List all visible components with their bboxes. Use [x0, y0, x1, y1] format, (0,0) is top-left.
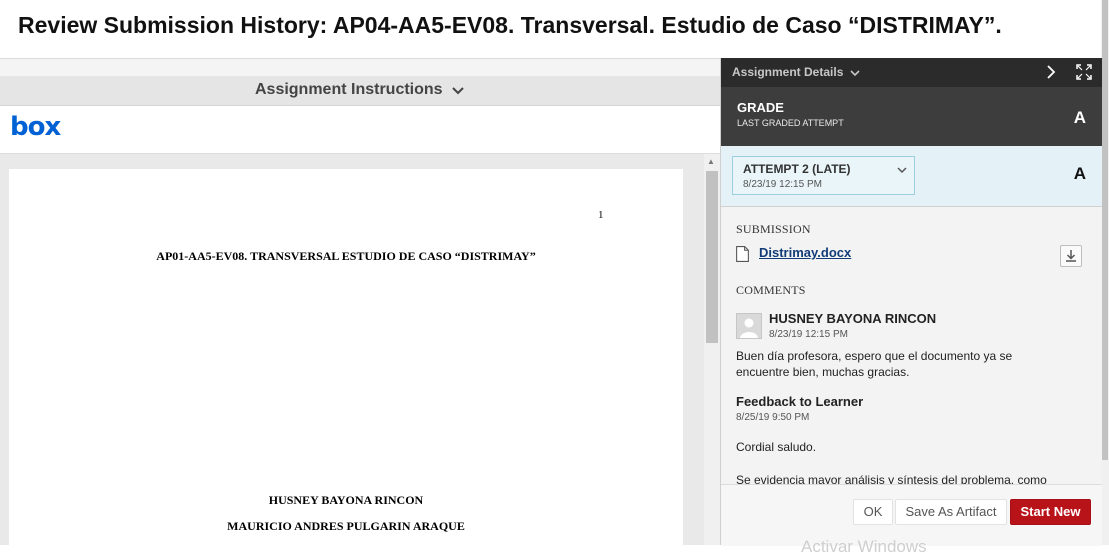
- download-button[interactable]: [1060, 245, 1082, 267]
- file-icon: [736, 246, 749, 262]
- grade-sublabel: LAST GRADED ATTEMPT: [737, 118, 844, 128]
- action-bar: OK Save As Artifact Start New Activar Wi…: [721, 484, 1102, 556]
- comment-author: HUSNEY BAYONA RINCON: [769, 311, 937, 326]
- assignment-details-panel: Assignment Details GRADE LAST GRADED ATT…: [720, 58, 1102, 556]
- page-title: Review Submission History: AP04-AA5-EV08…: [18, 12, 1002, 38]
- document-scrollbar-thumb[interactable]: [706, 171, 718, 343]
- chevron-right-icon[interactable]: [1046, 62, 1056, 82]
- page-scrollbar-thumb[interactable]: [1102, 0, 1108, 460]
- assignment-instructions-toggle[interactable]: Assignment Instructions: [0, 76, 720, 106]
- expand-icon[interactable]: [1076, 64, 1092, 80]
- comment-date: 8/23/19 12:15 PM: [769, 329, 848, 340]
- grade-value: A: [1073, 108, 1086, 127]
- assignment-details-toggle[interactable]: Assignment Details: [732, 65, 860, 79]
- document-author: MAURICIO ANDRES PULGARIN ARAQUE: [227, 519, 465, 533]
- save-as-artifact-button[interactable]: Save As Artifact: [895, 499, 1007, 525]
- attempt-selector[interactable]: ATTEMPT 2 (LATE) 8/23/19 12:15 PM: [732, 156, 915, 195]
- user-avatar-icon: [736, 313, 762, 339]
- chevron-down-icon: [452, 87, 464, 95]
- comments-heading: COMMENTS: [736, 283, 806, 297]
- document-page-number: 1: [598, 209, 604, 221]
- feedback-date: 8/25/19 9:50 PM: [736, 412, 810, 423]
- document-scrollbar[interactable]: ▲: [704, 154, 720, 545]
- scroll-up-icon[interactable]: ▲: [707, 157, 715, 166]
- chevron-down-icon: [897, 167, 907, 174]
- submission-file-link[interactable]: Distrimay.docx: [759, 245, 851, 260]
- grade-summary: GRADE LAST GRADED ATTEMPT A: [721, 87, 1102, 146]
- submission-heading: SUBMISSION: [736, 222, 811, 236]
- document-title: AP01-AA5-EV08. TRANSVERSAL ESTUDIO DE CA…: [156, 249, 536, 263]
- windows-activation-watermark: Activar Windows: [801, 537, 927, 556]
- instructions-gap: [0, 59, 720, 76]
- document-viewer[interactable]: 1 AP01-AA5-EV08. TRANSVERSAL ESTUDIO DE …: [0, 154, 720, 549]
- chevron-down-icon: [850, 70, 860, 76]
- feedback-title: Feedback to Learner: [736, 394, 864, 409]
- title-bar: Review Submission History: AP04-AA5-EV08…: [0, 0, 1101, 59]
- attempt-label: ATTEMPT 2 (LATE): [743, 162, 851, 176]
- start-new-button[interactable]: Start New: [1010, 499, 1091, 525]
- attempt-date: 8/23/19 12:15 PM: [743, 179, 822, 190]
- ok-button[interactable]: OK: [853, 499, 893, 525]
- page-scrollbar[interactable]: [1101, 0, 1109, 545]
- attempt-band: ATTEMPT 2 (LATE) 8/23/19 12:15 PM A: [721, 146, 1102, 207]
- comment-text: Buen día profesora, espero que el docume…: [736, 349, 1013, 379]
- document-page: 1 AP01-AA5-EV08. TRANSVERSAL ESTUDIO DE …: [9, 169, 683, 549]
- document-author: HUSNEY BAYONA RINCON: [268, 493, 424, 507]
- assignment-details-header: Assignment Details: [721, 58, 1102, 87]
- assignment-instructions-text: Assignment Instructions: [254, 81, 443, 98]
- box-logo: box: [10, 112, 61, 142]
- grade-label: GRADE: [737, 100, 784, 115]
- assignment-instructions-label[interactable]: Assignment Instructions: [0, 81, 720, 99]
- attempt-grade: A: [1073, 164, 1086, 183]
- instructions-pane: Assignment Instructions box 1 AP01-AA5-E…: [0, 59, 720, 549]
- box-viewer-toolbar: box: [0, 106, 720, 154]
- feedback-greeting: Cordial saludo.: [736, 440, 817, 454]
- assignment-details-label: Assignment Details: [732, 65, 844, 79]
- download-icon: [1066, 250, 1076, 262]
